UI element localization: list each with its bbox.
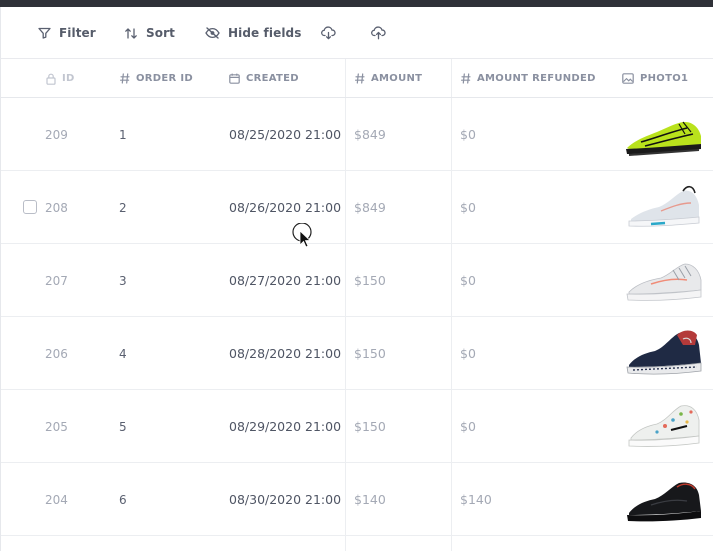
cell-id: 209 — [45, 127, 68, 142]
shoe-photo-thumbnail[interactable] — [621, 254, 705, 308]
column-header-order-id[interactable]: ORDER ID — [120, 59, 193, 98]
column-label: ID — [62, 73, 75, 84]
column-label: AMOUNT REFUNDED — [477, 73, 596, 84]
image-icon — [622, 73, 634, 84]
row-select-checkbox[interactable] — [23, 200, 37, 214]
shoe-photo-thumbnail[interactable] — [621, 181, 705, 235]
column-header-created[interactable]: CREATED — [229, 59, 299, 98]
cell-created: 08/29/2020 21:00 — [229, 419, 342, 434]
shoe-photo-thumbnail[interactable] — [621, 108, 705, 162]
sort-icon — [125, 27, 137, 39]
cell-id: 204 — [45, 492, 68, 507]
cell-amount-refunded: $0 — [460, 346, 476, 361]
cell-created: 08/27/2020 21:00 — [229, 273, 342, 288]
cell-amount: $849 — [354, 200, 386, 215]
cell-order-id: 1 — [119, 127, 127, 142]
table-row[interactable]: 204 6 08/30/2020 21:00 $140 $140 — [1, 463, 713, 536]
cell-amount-refunded: $140 — [460, 492, 492, 507]
hide-fields-label: Hide fields — [228, 26, 302, 40]
table-row[interactable]: 208 2 08/26/2020 21:00 $849 $0 — [1, 171, 713, 244]
hash-icon — [461, 73, 471, 84]
cell-amount: $140 — [354, 492, 386, 507]
sort-button[interactable]: Sort — [124, 7, 175, 59]
column-label: CREATED — [246, 73, 299, 84]
column-label: AMOUNT — [371, 73, 423, 84]
upload-button[interactable] — [371, 7, 394, 59]
hide-fields-button[interactable]: Hide fields — [205, 7, 301, 59]
filter-icon — [38, 27, 51, 39]
cell-created: 08/28/2020 21:00 — [229, 346, 342, 361]
table-row[interactable]: 209 1 08/25/2020 21:00 $849 $0 — [1, 98, 713, 171]
column-header-id[interactable]: ID — [46, 59, 75, 98]
cell-order-id: 2 — [119, 200, 127, 215]
lock-icon — [46, 73, 56, 85]
shoe-photo-thumbnail[interactable] — [621, 327, 705, 381]
cell-amount: $150 — [354, 273, 386, 288]
filter-label: Filter — [59, 26, 96, 40]
column-header-photo1[interactable]: PHOTO1 — [622, 59, 688, 98]
cell-id: 205 — [45, 419, 68, 434]
grid-header: ID ORDER ID CREATED AMOUNT AMOUNT REFUND… — [1, 59, 713, 98]
hash-icon — [355, 73, 365, 84]
cell-order-id: 3 — [119, 273, 127, 288]
column-label: ORDER ID — [136, 73, 193, 84]
sort-label: Sort — [146, 26, 175, 40]
table-row[interactable]: 207 3 08/27/2020 21:00 $150 $0 — [1, 244, 713, 317]
download-button[interactable] — [321, 7, 344, 59]
cell-amount: $150 — [354, 419, 386, 434]
column-header-amount[interactable]: AMOUNT — [355, 59, 422, 98]
cell-id: 208 — [45, 200, 68, 215]
cell-created: 08/26/2020 21:00 — [229, 200, 342, 215]
cell-order-id: 6 — [119, 492, 127, 507]
cloud-upload-icon — [371, 26, 386, 40]
toolbar: Filter Sort Hide fields — [0, 7, 713, 59]
data-grid: ID ORDER ID CREATED AMOUNT AMOUNT REFUND… — [0, 59, 713, 551]
table-row[interactable]: 206 4 08/28/2020 21:00 $150 $0 — [1, 317, 713, 390]
column-label: PHOTO1 — [640, 73, 689, 84]
cell-amount-refunded: $0 — [460, 200, 476, 215]
cell-amount: $150 — [354, 346, 386, 361]
shoe-photo-thumbnail[interactable] — [621, 473, 705, 527]
calendar-icon — [229, 73, 240, 84]
cell-amount-refunded: $0 — [460, 419, 476, 434]
mouse-cursor-icon — [292, 223, 312, 248]
table-row[interactable]: 205 5 08/29/2020 21:00 $150 $0 — [1, 390, 713, 463]
cell-amount: $849 — [354, 127, 386, 142]
column-header-amount-refunded[interactable]: AMOUNT REFUNDED — [461, 59, 596, 98]
table-row[interactable] — [1, 536, 713, 551]
cell-amount-refunded: $0 — [460, 127, 476, 142]
eye-off-icon — [205, 27, 220, 39]
cell-id: 206 — [45, 346, 68, 361]
cell-created: 08/25/2020 21:00 — [229, 127, 342, 142]
cell-order-id: 4 — [119, 346, 127, 361]
filter-button[interactable]: Filter — [38, 7, 96, 59]
cloud-download-icon — [321, 26, 336, 40]
shoe-photo-thumbnail[interactable] — [621, 400, 705, 454]
hash-icon — [120, 73, 130, 84]
cell-id: 207 — [45, 273, 68, 288]
top-bar — [0, 0, 713, 7]
cell-amount-refunded: $0 — [460, 273, 476, 288]
cell-order-id: 5 — [119, 419, 127, 434]
cell-created: 08/30/2020 21:00 — [229, 492, 342, 507]
